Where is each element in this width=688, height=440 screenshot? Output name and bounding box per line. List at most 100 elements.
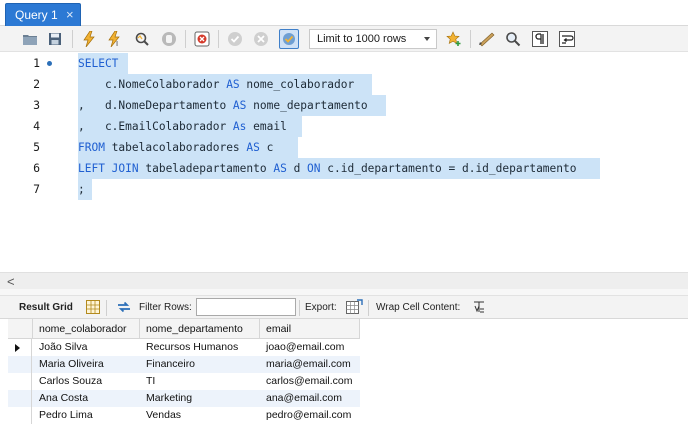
code-text: , c.EmailColaborador As email [78,116,302,137]
editor-line[interactable]: 2 c.NomeColaborador AS nome_colaborador [0,74,688,95]
table-cell[interactable]: Recursos Humanos [142,339,260,356]
filter-rows-input[interactable] [196,298,296,316]
scroll-left-arrow-icon[interactable]: < [7,274,15,289]
table-cell[interactable]: Marketing [142,390,260,407]
stop-icon[interactable] [159,29,179,49]
table-cell[interactable]: pedro@email.com [262,407,360,424]
editor-line[interactable]: 6 LEFT JOIN tabeladepartamento AS d ON c.… [0,158,688,179]
row-selector[interactable] [8,356,32,373]
result-grid-label[interactable]: Result Grid [19,302,73,313]
refresh-icon[interactable] [116,300,132,317]
grid-header-row: nome_colaborador nome_departamento email [8,319,360,339]
row-selector[interactable] [8,390,32,407]
table-row[interactable]: Ana Costa Marketing ana@email.com [8,390,360,407]
sql-text: nome_colaborador [239,78,355,91]
row-selector[interactable] [8,339,32,356]
sql-text: d [286,162,308,175]
sql-text: nome_departamento [246,99,368,112]
sql-keyword: FROM [78,141,105,154]
grid-form-toggle-icon[interactable] [86,300,100,317]
line-number: 6 [33,161,40,175]
bookmark-star-icon[interactable] [444,29,464,49]
table-row[interactable]: João Silva Recursos Humanos joao@email.com [8,339,360,356]
result-toolbar: Result Grid Filter Rows: Export: Wrap Ce… [0,295,688,319]
line-number: 2 [33,77,40,91]
sql-editor-toolbar: I Limit to 1000 rows [0,26,688,52]
editor-horizontal-scrollbar[interactable]: < [0,272,688,289]
sql-keyword: AS [226,78,240,91]
wrap-cell-content-label: Wrap Cell Content: [376,302,461,313]
code-text: SELECT [78,53,128,74]
beautify-icon[interactable] [477,29,497,49]
filter-rows-label: Filter Rows: [139,302,192,313]
statement-marker-icon [47,61,52,66]
line-number: 5 [33,140,40,154]
execute-current-icon[interactable]: I [105,29,125,49]
column-header[interactable]: email [260,319,360,339]
column-header[interactable]: nome_colaborador [33,319,140,339]
sql-keyword: SELECT [78,57,119,70]
wrap-icon[interactable] [557,29,577,49]
table-cell[interactable]: maria@email.com [262,356,360,373]
table-cell[interactable]: TI [142,373,260,390]
table-cell[interactable]: Financeiro [142,356,260,373]
table-cell[interactable]: carlos@email.com [262,373,360,390]
limit-rows-select[interactable]: Limit to 1000 rows [309,29,437,49]
toggle-error-icon[interactable] [192,29,212,49]
sql-text: ; [78,183,85,196]
explain-icon[interactable] [132,29,152,49]
sql-text: c [259,141,274,154]
row-selector[interactable] [8,373,32,390]
query-tab-label: Query 1 [15,8,58,22]
table-cell[interactable]: Carlos Souza [35,373,140,390]
export-icon[interactable] [346,299,363,318]
commit-icon[interactable] [225,29,245,49]
rollback-icon[interactable] [251,29,271,49]
code-text: ; [78,179,92,200]
sql-editor[interactable]: 1 SELECT 2 c.NomeColaborador AS nome_colab… [0,52,688,272]
open-folder-icon[interactable] [20,29,40,49]
find-icon[interactable] [503,29,523,49]
code-text: LEFT JOIN tabeladepartamento AS d ON c.i… [78,158,600,179]
sql-text: , d.NomeDepartamento [78,99,233,112]
wrap-cell-toggle-icon[interactable] [473,301,485,316]
limit-rows-value: Limit to 1000 rows [317,33,407,45]
editor-line[interactable]: 7; [0,179,688,200]
table-cell[interactable]: Maria Oliveira [35,356,140,373]
sql-text: c.NomeColaborador [78,78,227,91]
editor-line[interactable]: 3 , d.NomeDepartamento AS nome_departamen… [0,95,688,116]
query-tab-strip: Query 1 × [0,0,688,26]
query-tab[interactable]: Query 1 × [5,3,81,26]
sql-keyword: AS [246,141,260,154]
table-row[interactable]: Carlos Souza TI carlos@email.com [8,373,360,390]
sql-keyword: LEFT JOIN [78,162,139,175]
row-selector[interactable] [8,407,32,424]
autocommit-icon[interactable] [279,29,299,49]
table-cell[interactable]: João Silva [35,339,140,356]
svg-text:I: I [116,40,118,47]
line-number: 4 [33,119,40,133]
code-text: FROM tabelacolaboradores AS c [78,137,298,158]
table-row[interactable]: Maria Oliveira Financeiro maria@email.com [8,356,360,373]
column-header[interactable]: nome_departamento [140,319,260,339]
sql-keyword: As [232,120,247,133]
close-icon[interactable]: × [66,7,74,22]
table-cell[interactable]: joao@email.com [262,339,360,356]
execute-icon[interactable] [79,29,99,49]
table-cell[interactable]: Pedro Lima [35,407,140,424]
editor-line[interactable]: 4 , c.EmailColaborador As email [0,116,688,137]
table-cell[interactable]: Vendas [142,407,260,424]
table-cell[interactable]: Ana Costa [35,390,140,407]
sql-text: tabeladepartamento [138,162,274,175]
sql-keyword: AS [232,99,247,112]
editor-line[interactable]: 1 SELECT [0,53,688,74]
table-cell[interactable]: ana@email.com [262,390,360,407]
sql-keyword: AS [273,162,287,175]
editor-line[interactable]: 5 FROM tabelacolaboradores AS c [0,137,688,158]
table-row[interactable]: Pedro Lima Vendas pedro@email.com [8,407,360,424]
line-number: 1 [33,56,40,70]
invisible-chars-icon[interactable] [530,29,550,49]
save-icon[interactable] [45,29,65,49]
sql-keyword: ON [307,162,321,175]
code-text: c.NomeColaborador AS nome_colaborador [78,74,372,95]
